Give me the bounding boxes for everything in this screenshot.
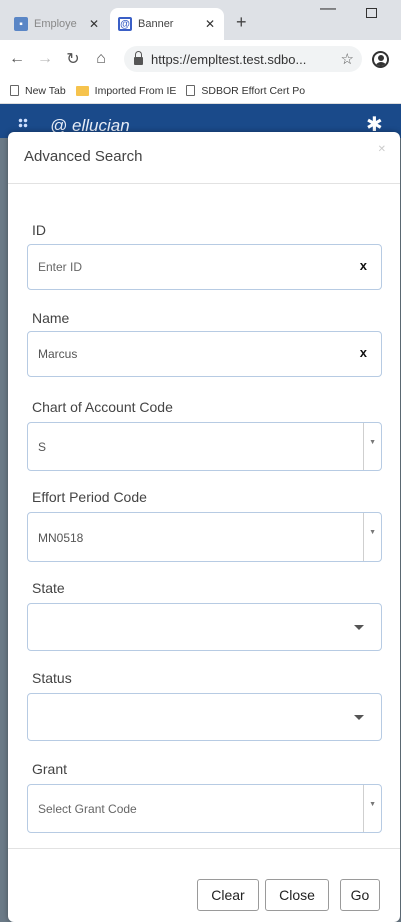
- chart-label: Chart of Account Code: [32, 399, 173, 415]
- status-dropdown[interactable]: [27, 693, 382, 741]
- state-label: State: [32, 580, 65, 596]
- profile-icon[interactable]: [372, 51, 389, 68]
- caret-down-icon[interactable]: [354, 625, 364, 630]
- chart-of-account-select[interactable]: S ▼: [27, 422, 382, 471]
- go-button[interactable]: Go: [340, 879, 380, 911]
- close-button[interactable]: Close: [265, 879, 329, 911]
- minimize-icon[interactable]: —: [320, 0, 336, 18]
- grant-select[interactable]: Select Grant Code ▼: [27, 784, 382, 833]
- page-icon: [10, 85, 19, 96]
- tab-title: Banner: [138, 18, 174, 30]
- id-input[interactable]: Enter ID x: [27, 244, 382, 290]
- address-url[interactable]: https://empltest.test.sdbo...: [151, 52, 341, 67]
- bookmarks-bar: New Tab Imported From IE SDBOR Effort Ce…: [0, 78, 401, 104]
- effort-label: Effort Period Code: [32, 489, 147, 505]
- name-label: Name: [32, 310, 70, 326]
- bookmark-imported-from-ie[interactable]: Imported From IE: [75, 84, 177, 97]
- state-dropdown[interactable]: [27, 603, 382, 651]
- bookmark-label: New Tab: [25, 84, 66, 97]
- chart-value: S: [38, 440, 47, 454]
- close-icon[interactable]: ✕: [378, 144, 386, 155]
- name-value: Marcus: [38, 347, 78, 361]
- new-tab-icon[interactable]: +: [236, 12, 247, 33]
- address-bar[interactable]: https://empltest.test.sdbo... ☆: [124, 46, 362, 72]
- advanced-search-modal: Advanced Search ✕ ID Enter ID x Name Mar…: [8, 132, 400, 922]
- status-label: Status: [32, 670, 72, 686]
- folder-icon: [75, 85, 89, 96]
- chevron-down-icon[interactable]: ▼: [369, 801, 376, 808]
- reload-icon[interactable]: ↻: [62, 49, 84, 69]
- browser-tabstrip: ▪ Employe ✕ @ Banner ✕ + —: [0, 0, 401, 40]
- clear-name-icon[interactable]: x: [360, 345, 367, 360]
- grant-label: Grant: [32, 761, 68, 777]
- bookmark-new-tab[interactable]: New Tab: [10, 85, 66, 97]
- lock-icon: [134, 51, 143, 65]
- back-icon[interactable]: ←: [6, 50, 28, 68]
- bookmark-label: SDBOR Effort Cert Po: [201, 84, 306, 97]
- select-divider: [363, 423, 364, 470]
- tab-close-icon[interactable]: ✕: [202, 17, 218, 31]
- page-icon: [186, 85, 196, 96]
- modal-title: Advanced Search: [24, 148, 143, 165]
- modal-footer: Clear Close Go: [8, 848, 400, 922]
- caret-down-icon[interactable]: [354, 715, 364, 720]
- banner-favicon-icon: @: [118, 17, 132, 31]
- maximize-icon[interactable]: [366, 8, 377, 18]
- employee-favicon-icon: ▪: [14, 17, 28, 31]
- clear-id-icon[interactable]: x: [360, 258, 367, 273]
- tab-title: Employe: [34, 18, 77, 30]
- bookmark-label: Imported From IE: [94, 84, 177, 97]
- effort-period-select[interactable]: MN0518 ▼: [27, 512, 382, 562]
- home-icon[interactable]: ⌂: [90, 50, 112, 68]
- name-input[interactable]: Marcus x: [27, 331, 382, 377]
- modal-header: Advanced Search ✕: [8, 132, 400, 184]
- app-menu-grid-icon[interactable]: [18, 118, 28, 128]
- browser-tab-employee[interactable]: ▪ Employe ✕: [8, 8, 108, 40]
- grant-placeholder: Select Grant Code: [38, 802, 137, 816]
- clear-button[interactable]: Clear: [197, 879, 259, 911]
- effort-value: MN0518: [38, 531, 84, 545]
- browser-tab-banner[interactable]: @ Banner ✕: [110, 8, 224, 40]
- tab-close-icon[interactable]: ✕: [86, 17, 102, 31]
- chevron-down-icon[interactable]: ▼: [369, 439, 376, 446]
- forward-icon[interactable]: →: [34, 50, 56, 68]
- select-divider: [363, 785, 364, 832]
- select-divider: [363, 513, 364, 561]
- id-placeholder: Enter ID: [38, 260, 83, 274]
- bookmark-star-icon[interactable]: ☆: [341, 50, 354, 68]
- bookmark-sdbor-effort-cert[interactable]: SDBOR Effort Cert Po: [186, 85, 305, 97]
- chevron-down-icon[interactable]: ▼: [369, 529, 376, 536]
- browser-toolbar: ← → ↻ ⌂ https://empltest.test.sdbo... ☆: [0, 40, 401, 78]
- id-label: ID: [32, 222, 46, 238]
